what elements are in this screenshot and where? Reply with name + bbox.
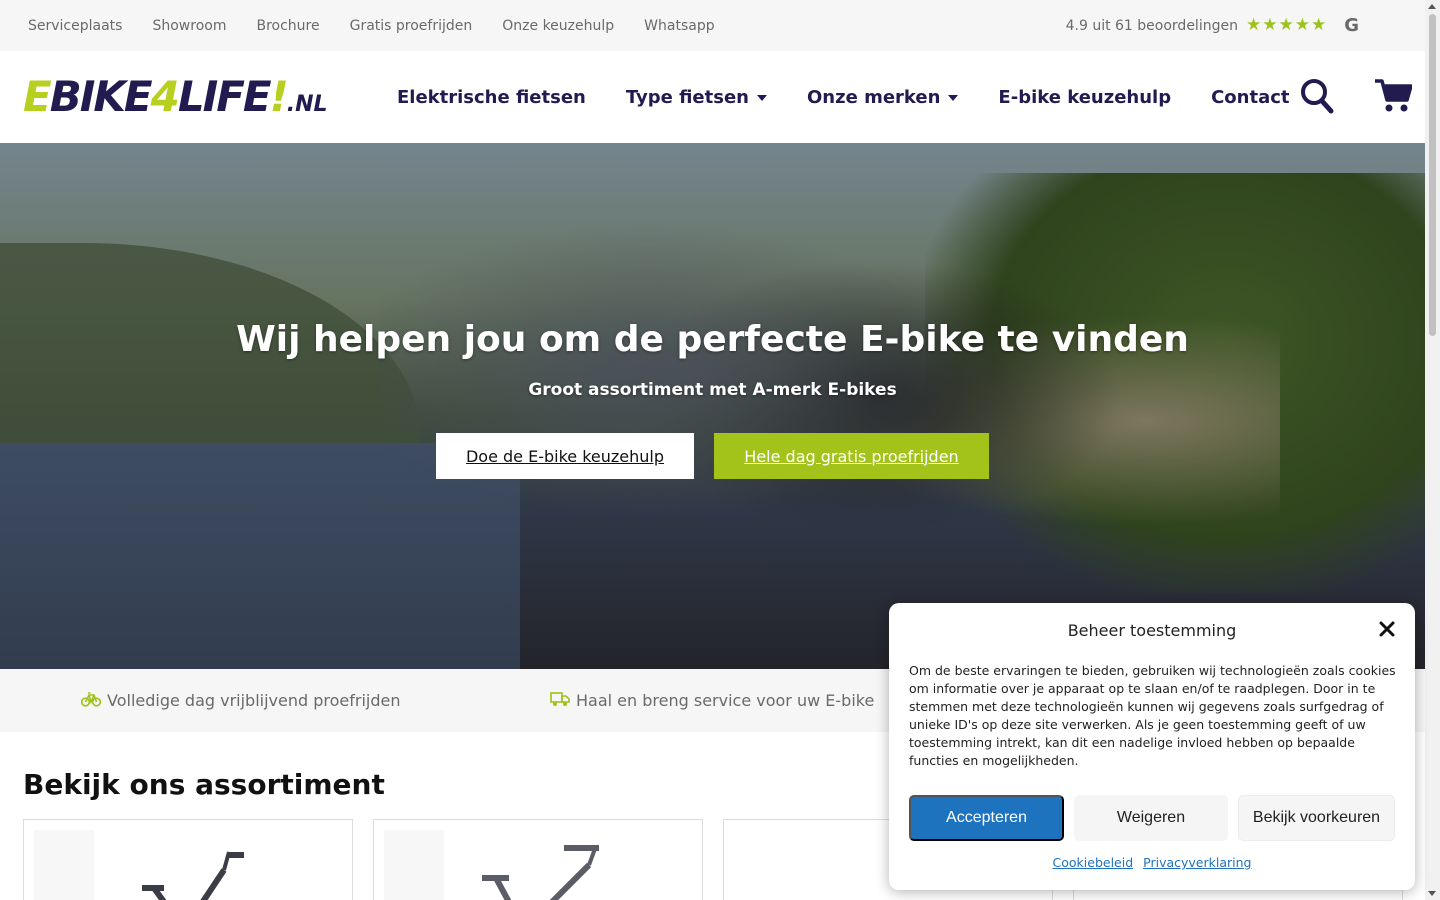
top-link-brochure[interactable]: Brochure	[256, 18, 319, 34]
caret-down-icon	[757, 95, 767, 101]
proefrijden-button[interactable]: Hele dag gratis proefrijden	[714, 433, 989, 479]
top-link-serviceplaats[interactable]: Serviceplaats	[28, 18, 122, 34]
google-rating[interactable]: 4.9 uit 61 beoordelingen ★ ★ ★ ★ ★ G	[1066, 0, 1359, 51]
ebike-image	[34, 830, 244, 900]
nav-label: E-bike keuzehulp	[998, 86, 1172, 108]
star-icon: ★	[1245, 15, 1262, 35]
top-link-proefrijden[interactable]: Gratis proefrijden	[350, 18, 473, 34]
deny-button[interactable]: Weigeren	[1074, 795, 1228, 841]
scroll-down-arrow-icon[interactable]	[1428, 891, 1436, 896]
logo-text-bike: BIKE	[49, 72, 153, 121]
top-link-keuzehulp[interactable]: Onze keuzehulp	[502, 18, 614, 34]
close-icon[interactable]	[1377, 619, 1397, 639]
star-icon: ★	[1294, 15, 1310, 35]
logo-text-nl: .NL	[286, 92, 328, 117]
consent-text: Om de beste ervaringen te bieden, gebrui…	[909, 663, 1396, 768]
truck-icon	[550, 691, 570, 711]
bicycle-icon	[80, 691, 102, 711]
scrollbar-thumb[interactable]	[1429, 14, 1436, 336]
nav-keuzehulp[interactable]: E-bike keuzehulp	[998, 87, 1171, 108]
top-bar: Serviceplaats Showroom Brochure Gratis p…	[0, 0, 1425, 51]
hero-overlay	[0, 143, 1425, 669]
nav-label: Onze merken	[807, 86, 941, 108]
cookie-policy-link[interactable]: Cookiebeleid	[1053, 855, 1134, 870]
accept-button[interactable]: Accepteren	[909, 795, 1064, 841]
product-card[interactable]	[373, 819, 703, 900]
consent-title: Beheer toestemming	[1067, 621, 1237, 640]
consent-links: Cookiebeleid Privacyverklaring	[889, 855, 1415, 870]
privacy-policy-link[interactable]: Privacyverklaring	[1143, 855, 1251, 870]
search-icon[interactable]	[1300, 78, 1334, 118]
usp-text: Volledige dag vrijblijvend proefrijden	[107, 691, 401, 710]
rating-text: 4.9 uit 61 beoordelingen	[1065, 17, 1238, 34]
usp-item-proefrijden: Volledige dag vrijblijvend proefrijden	[80, 669, 401, 732]
assortment-title: Bekijk ons assortiment	[23, 768, 385, 801]
ebike-image	[384, 830, 599, 900]
scroll-up-arrow-icon[interactable]	[1428, 4, 1436, 9]
keuzehulp-button[interactable]: Doe de E-bike keuzehulp	[436, 433, 694, 479]
main-nav: Elektrische fietsen Type fietsen Onze me…	[397, 51, 1290, 143]
rating-stars: ★ ★ ★ ★ ★	[1246, 17, 1326, 34]
site-logo[interactable]: EBIKE4LIFE!.NL	[23, 75, 328, 127]
nav-label: Contact	[1211, 86, 1290, 108]
star-icon: ★	[1278, 15, 1294, 35]
site-header: EBIKE4LIFE!.NL Elektrische fietsen Type …	[0, 51, 1425, 143]
google-icon: G	[1344, 15, 1359, 36]
nav-label: Type fietsen	[625, 86, 749, 108]
nav-onze-merken[interactable]: Onze merken	[807, 86, 959, 108]
star-icon: ★	[1262, 15, 1278, 35]
logo-text-exclaim: !	[269, 72, 289, 121]
hero-subtitle: Groot assortiment met A-merk E-bikes	[528, 380, 897, 400]
product-card[interactable]	[23, 819, 353, 900]
hero-buttons: Doe de E-bike keuzehulp Hele dag gratis …	[436, 433, 989, 479]
page-scrollbar[interactable]	[1425, 0, 1440, 900]
nav-elektrische-fietsen[interactable]: Elektrische fietsen	[397, 87, 586, 108]
cart-icon[interactable]	[1374, 78, 1413, 118]
usp-text: Haal en breng service voor uw E-bike	[576, 691, 875, 710]
usp-item-service: Haal en breng service voor uw E-bike	[550, 669, 874, 732]
nav-contact[interactable]: Contact	[1211, 87, 1289, 108]
consent-dialog: Beheer toestemming Om de beste ervaringe…	[889, 603, 1415, 890]
logo-text-life: LIFE	[177, 72, 272, 121]
hero-banner: Wij helpen jou om de perfecte E-bike te …	[0, 143, 1425, 669]
preferences-button[interactable]: Bekijk voorkeuren	[1238, 795, 1395, 841]
top-link-showroom[interactable]: Showroom	[152, 18, 226, 34]
logo-text-4: 4	[150, 72, 180, 121]
nav-label: Elektrische fietsen	[397, 86, 586, 108]
nav-type-fietsen[interactable]: Type fietsen	[626, 87, 767, 108]
hero-title: Wij helpen jou om de perfecte E-bike te …	[236, 319, 1189, 360]
caret-down-icon	[948, 95, 959, 101]
top-link-whatsapp[interactable]: Whatsapp	[644, 18, 714, 34]
logo-letter-e: E	[23, 72, 52, 121]
top-links: Serviceplaats Showroom Brochure Gratis p…	[0, 18, 715, 34]
star-icon: ★	[1310, 15, 1327, 35]
